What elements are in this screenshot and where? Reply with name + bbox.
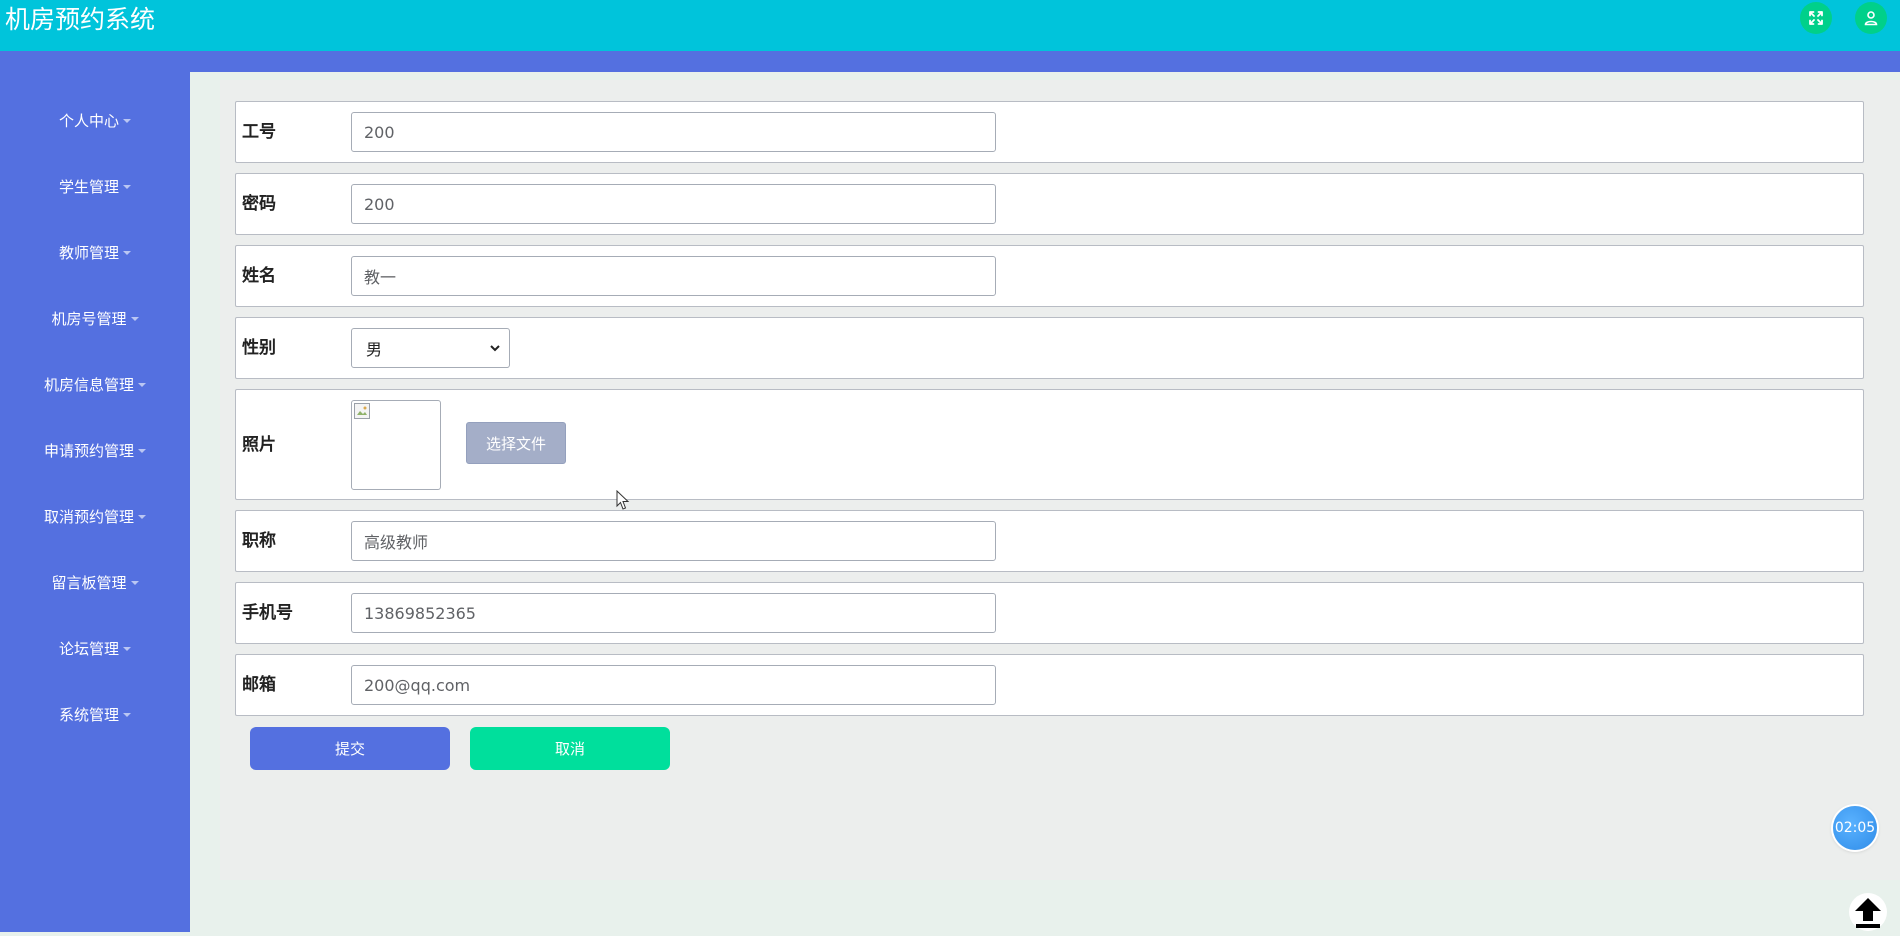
password-input[interactable] <box>351 184 996 224</box>
photo-label: 照片 <box>242 435 276 455</box>
back-to-top-button[interactable] <box>1848 892 1888 932</box>
name-input[interactable] <box>351 256 996 296</box>
form-row-title: 职称 <box>235 510 1864 572</box>
name-label: 姓名 <box>242 266 276 286</box>
sidebar-item-personal-center[interactable]: 个人中心 <box>0 105 190 135</box>
fullscreen-button[interactable] <box>1800 2 1832 34</box>
sidebar-item-label: 机房信息管理 <box>43 375 134 394</box>
sidebar-item-room-info-management[interactable]: 机房信息管理 <box>0 369 190 399</box>
app-title: 机房预约系统 <box>5 5 156 34</box>
broken-image-icon <box>354 403 370 419</box>
form-row-password: 密码 <box>235 173 1864 235</box>
sidebar-item-teacher-management[interactable]: 教师管理 <box>0 237 190 267</box>
gender-select[interactable]: 男 <box>351 328 510 368</box>
sidebar-item-booking-cancel-management[interactable]: 取消预约管理 <box>0 501 190 531</box>
caret-down-icon <box>123 185 131 189</box>
user-icon <box>1864 11 1878 26</box>
photo-preview <box>351 400 441 490</box>
caret-down-icon <box>130 581 139 585</box>
caret-down-icon <box>123 713 131 717</box>
gender-selected-value: 男 <box>366 340 383 359</box>
sidebar: 个人中心 学生管理 教师管理 机房号管理 机房信息管理 申请预约管理 取消预约管… <box>0 72 190 932</box>
sidebar-item-student-management[interactable]: 学生管理 <box>0 171 190 201</box>
sidebar-item-label: 教师管理 <box>58 243 119 262</box>
sidebar-item-label: 个人中心 <box>58 111 119 130</box>
sidebar-item-label: 机房号管理 <box>51 309 127 328</box>
sidebar-item-forum-management[interactable]: 论坛管理 <box>0 633 190 663</box>
caret-down-icon <box>138 383 146 387</box>
choose-file-button[interactable]: 选择文件 <box>466 422 566 464</box>
phone-label: 手机号 <box>242 603 293 623</box>
user-button[interactable] <box>1855 2 1887 34</box>
sidebar-item-message-board-management[interactable]: 留言板管理 <box>0 567 190 597</box>
caret-down-icon <box>123 251 131 255</box>
caret-down-icon <box>138 449 146 453</box>
employee-id-input[interactable] <box>351 112 996 152</box>
email-label: 邮箱 <box>242 675 276 695</box>
top-bar: 机房预约系统 <box>0 0 1900 51</box>
submit-button[interactable]: 提交 <box>250 727 450 770</box>
gender-label: 性别 <box>242 338 276 358</box>
caret-down-icon <box>123 119 131 123</box>
form-row-photo: 照片 选择文件 <box>235 389 1864 500</box>
caret-down-icon <box>138 515 146 519</box>
timer-badge[interactable]: 02:05 <box>1833 806 1877 850</box>
sidebar-item-booking-request-management[interactable]: 申请预约管理 <box>0 435 190 465</box>
form-row-employee-id: 工号 <box>235 101 1864 163</box>
password-label: 密码 <box>242 194 276 214</box>
mouse-cursor-icon <box>616 490 630 510</box>
sidebar-item-label: 取消预约管理 <box>43 507 134 526</box>
sidebar-item-label: 系统管理 <box>58 705 119 724</box>
arrow-up-icon <box>1849 893 1887 931</box>
title-input[interactable] <box>351 521 996 561</box>
form-row-name: 姓名 <box>235 245 1864 307</box>
phone-input[interactable] <box>351 593 996 633</box>
caret-down-icon <box>130 317 139 321</box>
sidebar-item-label: 申请预约管理 <box>43 441 134 460</box>
sidebar-item-system-management[interactable]: 系统管理 <box>0 699 190 729</box>
sidebar-item-label: 留言板管理 <box>51 573 127 592</box>
sidebar-item-room-number-management[interactable]: 机房号管理 <box>0 303 190 333</box>
header-strip <box>0 51 1900 72</box>
cancel-button[interactable]: 取消 <box>470 727 670 770</box>
title-label: 职称 <box>242 531 276 551</box>
email-input[interactable] <box>351 665 996 705</box>
chevron-down-icon <box>490 345 500 352</box>
caret-down-icon <box>123 647 131 651</box>
expand-arrows-icon <box>1809 11 1823 25</box>
form-row-email: 邮箱 <box>235 654 1864 716</box>
sidebar-item-label: 学生管理 <box>58 177 119 196</box>
form-row-phone: 手机号 <box>235 582 1864 644</box>
form-row-gender: 性别 男 <box>235 317 1864 379</box>
sidebar-item-label: 论坛管理 <box>58 639 119 658</box>
employee-id-label: 工号 <box>242 122 276 142</box>
